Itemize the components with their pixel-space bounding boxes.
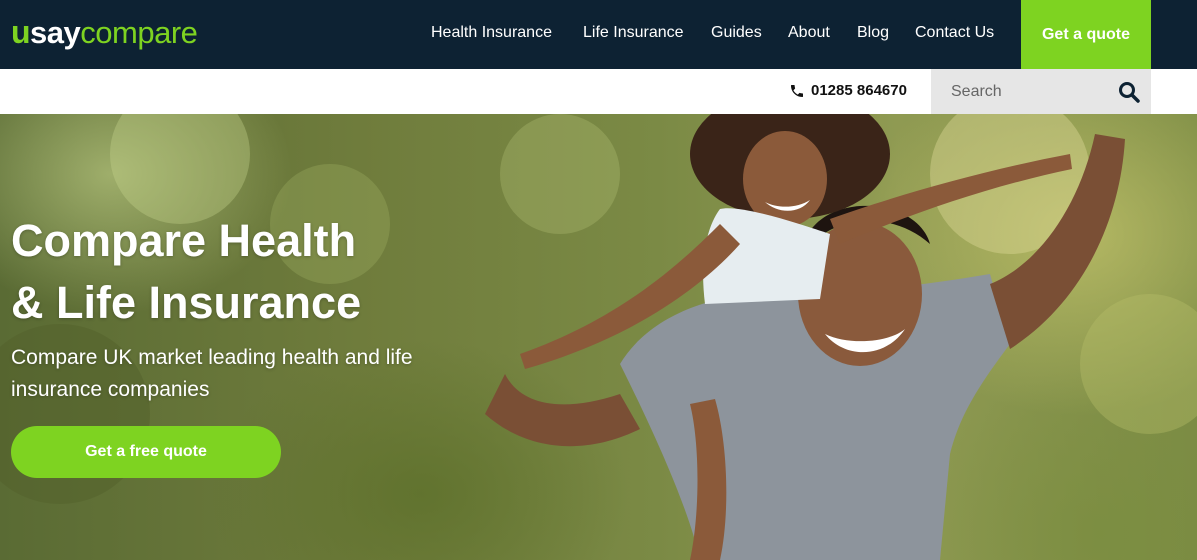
phone-number-link[interactable]: 01285 864670 (789, 82, 907, 99)
search-icon[interactable] (1117, 80, 1141, 104)
hero-banner: Compare Health & Life Insurance Compare … (0, 114, 1197, 560)
logo-u: u (11, 14, 31, 50)
hero-title: Compare Health & Life Insurance (11, 210, 531, 334)
phone-number: 01285 864670 (811, 82, 907, 99)
logo-say: say (30, 15, 81, 50)
search-box (931, 69, 1151, 114)
nav-item-blog[interactable]: Blog (857, 24, 889, 42)
nav-item-contact-us[interactable]: Contact Us (915, 24, 994, 42)
top-navigation-bar: u say compare Health Insurance Life Insura… (0, 0, 1197, 69)
hero-photo-father-daughter (0, 114, 1197, 560)
hero-title-line-1: Compare Health (11, 215, 357, 266)
site-logo[interactable]: u say compare (11, 14, 198, 50)
nav-item-life-insurance[interactable]: Life Insurance (583, 24, 684, 42)
get-free-quote-button[interactable]: Get a free quote (11, 426, 281, 478)
search-input[interactable] (931, 69, 1111, 114)
hero-subtitle: Compare UK market leading health and lif… (11, 346, 413, 401)
hero-title-line-2: & Life Insurance (11, 277, 362, 328)
get-a-quote-button[interactable]: Get a quote (1021, 0, 1151, 69)
nav-item-health-insurance[interactable]: Health Insurance (431, 24, 552, 42)
nav-item-about[interactable]: About (788, 24, 830, 42)
logo-compare: compare (80, 15, 198, 50)
phone-icon (791, 84, 803, 97)
nav-item-guides[interactable]: Guides (711, 24, 762, 42)
